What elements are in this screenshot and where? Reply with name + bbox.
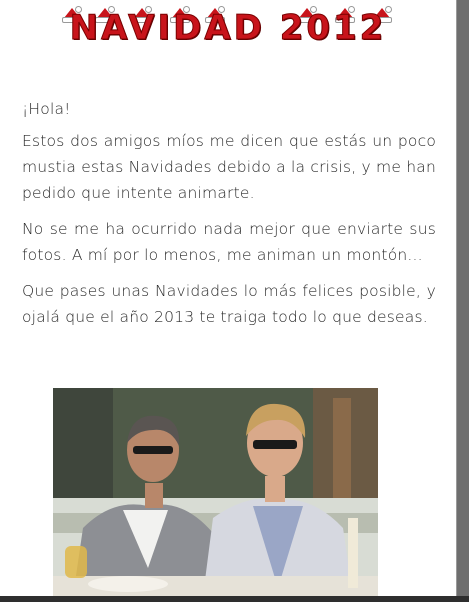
document-page: NAVIDAD 2012 ¡Hola! Estos dos amigos mío… — [0, 0, 457, 596]
bottom-edge — [0, 596, 469, 602]
greeting-paragraph: ¡Hola! — [22, 100, 71, 118]
paragraph-3: Que pases unas Navidades lo más felices … — [22, 282, 436, 326]
paragraph-2: No se me ha ocurrido nada mejor que envi… — [22, 220, 436, 264]
paragraph-1: Estos dos amigos míos me dicen que estás… — [22, 132, 436, 202]
scrollbar[interactable] — [457, 0, 469, 596]
photo-two-friends — [53, 388, 378, 596]
page-title: NAVIDAD 2012 — [0, 8, 456, 49]
title-text: NAVIDAD 2012 — [69, 8, 387, 49]
letter-body: ¡Hola! Estos dos amigos míos me dicen qu… — [22, 96, 436, 340]
photo-illustration — [53, 388, 378, 596]
